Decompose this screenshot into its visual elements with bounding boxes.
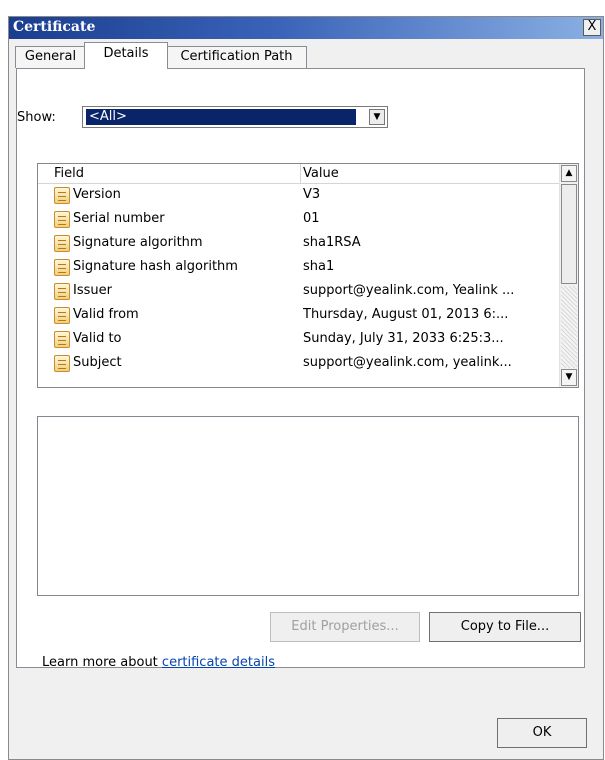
- title-bar[interactable]: Certificate X: [9, 17, 603, 39]
- scrollbar-track[interactable]: [561, 286, 577, 368]
- scroll-down-icon[interactable]: ▼: [561, 369, 577, 386]
- field-name: Signature algorithm: [73, 235, 203, 250]
- field-name: Valid from: [73, 307, 139, 322]
- field-value: sha1: [303, 259, 335, 274]
- certificate-field-icon: [54, 331, 70, 348]
- field-value: Sunday, July 31, 2033 6:25:3...: [303, 331, 504, 346]
- column-header-field[interactable]: Field: [54, 164, 84, 183]
- learn-more-text: Learn more about certificate details: [42, 655, 275, 670]
- field-value: Thursday, August 01, 2013 6:...: [303, 307, 509, 322]
- list-item[interactable]: Version V3: [38, 184, 558, 208]
- field-value: V3: [303, 187, 321, 202]
- field-name: Signature hash algorithm: [73, 259, 238, 274]
- fields-list[interactable]: Field Value Version V3 Serial number 01 …: [37, 163, 579, 388]
- field-name: Serial number: [73, 211, 165, 226]
- certificate-field-icon: [54, 235, 70, 252]
- show-dropdown-value: <All>: [86, 109, 356, 125]
- ok-button[interactable]: OK: [497, 718, 587, 748]
- scrollbar-thumb[interactable]: [561, 184, 577, 284]
- field-detail-box[interactable]: [37, 416, 579, 596]
- copy-to-file-button[interactable]: Copy to File...: [429, 612, 581, 642]
- field-value: sha1RSA: [303, 235, 361, 250]
- list-item[interactable]: Subject support@yealink.com, yealink...: [38, 352, 558, 376]
- certificate-field-icon: [54, 355, 70, 372]
- chevron-down-icon[interactable]: ▼: [369, 109, 385, 125]
- certificate-field-icon: [54, 283, 70, 300]
- list-header: Field Value: [38, 164, 560, 184]
- field-name: Version: [73, 187, 121, 202]
- list-item[interactable]: Valid to Sunday, July 31, 2033 6:25:3...: [38, 328, 558, 352]
- tab-general[interactable]: General: [15, 46, 86, 68]
- learn-more-prefix: Learn more about: [42, 655, 162, 670]
- field-value: support@yealink.com, Yealink ...: [303, 283, 515, 298]
- certificate-field-icon: [54, 307, 70, 324]
- tab-details-label: Details: [103, 46, 149, 61]
- scroll-up-icon[interactable]: ▲: [561, 165, 577, 182]
- column-divider[interactable]: [300, 164, 301, 183]
- show-label: Show:: [17, 110, 56, 125]
- field-name: Subject: [73, 355, 122, 370]
- vertical-scrollbar[interactable]: ▲ ▼: [559, 164, 578, 387]
- field-name: Issuer: [73, 283, 112, 298]
- list-item[interactable]: Signature algorithm sha1RSA: [38, 232, 558, 256]
- certificate-field-icon: [54, 211, 70, 228]
- field-name: Valid to: [73, 331, 122, 346]
- tab-certification-path[interactable]: Certification Path: [166, 46, 307, 68]
- tab-certification-path-label: Certification Path: [180, 49, 293, 64]
- list-item[interactable]: Valid from Thursday, August 01, 2013 6:.…: [38, 304, 558, 328]
- tab-general-label: General: [24, 49, 77, 64]
- field-value: support@yealink.com, yealink...: [303, 355, 512, 370]
- column-header-value[interactable]: Value: [303, 164, 339, 183]
- show-dropdown[interactable]: <All> ▼: [82, 106, 388, 128]
- dialog-title: Certificate: [13, 19, 96, 35]
- certificate-details-link[interactable]: certificate details: [162, 655, 275, 670]
- edit-properties-button[interactable]: Edit Properties...: [270, 612, 420, 642]
- list-item[interactable]: Signature hash algorithm sha1: [38, 256, 558, 280]
- certificate-field-icon: [54, 187, 70, 204]
- tab-details[interactable]: Details: [84, 42, 168, 69]
- close-button[interactable]: X: [583, 19, 601, 36]
- field-value: 01: [303, 211, 320, 226]
- list-item[interactable]: Issuer support@yealink.com, Yealink ...: [38, 280, 558, 304]
- certificate-field-icon: [54, 259, 70, 276]
- list-item[interactable]: Serial number 01: [38, 208, 558, 232]
